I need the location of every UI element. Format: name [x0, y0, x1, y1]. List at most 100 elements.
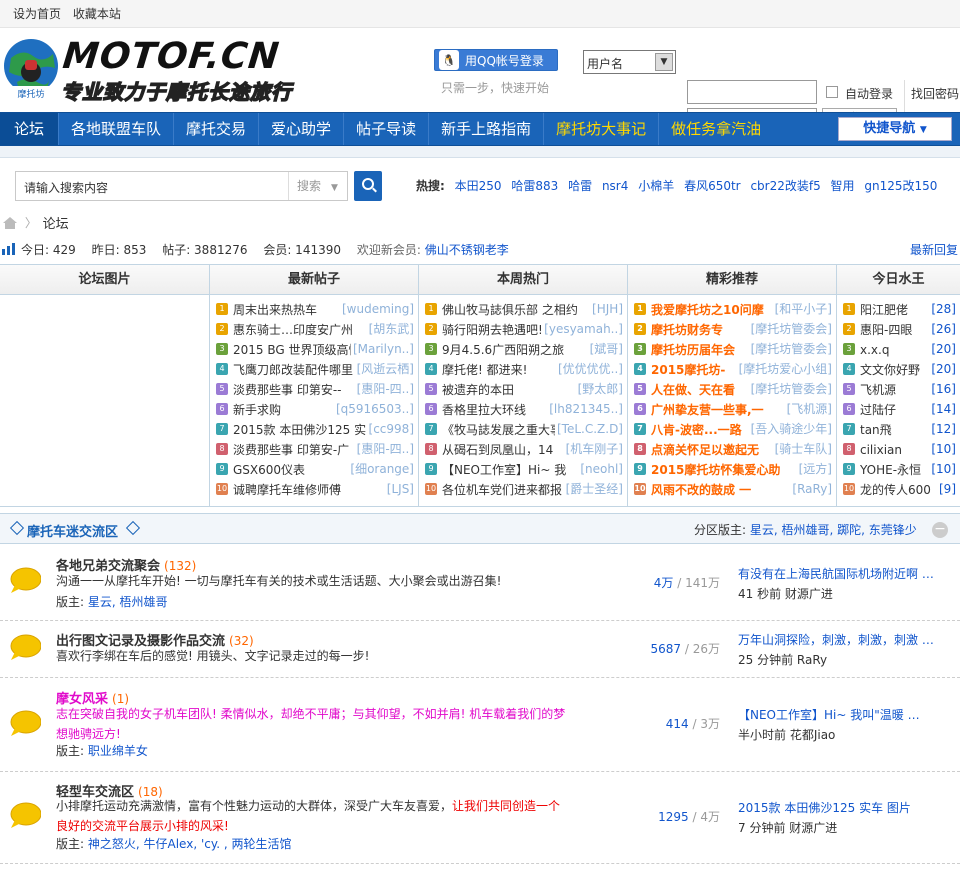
list-item[interactable]: 5 被遗弃的本田 [野太郎]: [419, 379, 627, 399]
list-item[interactable]: 7 《牧马誌发展之重大事 [TeL.C.Z.D]: [419, 419, 627, 439]
list-item-title: 八肯-波密...一路: [651, 422, 742, 437]
list-item[interactable]: 3 摩托坊历届年会 [摩托坊管委会]: [628, 339, 836, 359]
list-item-title: 淡费那些事 印第安-广: [233, 442, 350, 457]
list-item[interactable]: 2 惠东骑士…印度安广州 [胡东武]: [210, 319, 418, 339]
list-item[interactable]: 9 2015摩托坊怀集爱心助 [远方]: [628, 459, 836, 479]
list-item[interactable]: 2 骑行阳朔去艳遇吧! [yesyamah..]: [419, 319, 627, 339]
list-item[interactable]: 5 人在做、天在看 [摩托坊管委会]: [628, 379, 836, 399]
list-item[interactable]: 9 GSX600仪表 [细orange]: [210, 459, 418, 479]
rank-badge: 2: [634, 322, 646, 335]
auto-login-checkbox[interactable]: [826, 86, 838, 98]
list-item[interactable]: 3 9月4.5.6广西阳朔之旅 [斌哥]: [419, 339, 627, 359]
list-item[interactable]: 7 2015款 本田佛沙125 实 [cc998]: [210, 419, 418, 439]
list-item[interactable]: 5 淡费那些事 印第安-- [惠阳-四..]: [210, 379, 418, 399]
latest-reply-link[interactable]: 最新回复: [910, 241, 958, 258]
new-member-link[interactable]: 佛山不锈钢老李: [425, 243, 509, 257]
list-item[interactable]: 6 新手求购 [q5916503..]: [210, 399, 418, 419]
nav-item-forum[interactable]: 论坛: [0, 113, 60, 145]
author-name: [爵士圣经]: [563, 479, 623, 499]
list-item[interactable]: 5 飞机源 [16]: [837, 379, 960, 399]
set-home-link[interactable]: 设为首页: [13, 7, 61, 21]
brand-slogan: 专业致力于摩托长途旅行: [60, 79, 292, 104]
list-item[interactable]: 4 文文你好野 [20]: [837, 359, 960, 379]
hot-term[interactable]: nsr4: [602, 179, 628, 193]
search-button[interactable]: [354, 171, 382, 201]
list-item[interactable]: 6 广州挚友营一些事,一 [飞机源]: [628, 399, 836, 419]
welcome-label: 欢迎新会员:: [356, 243, 421, 257]
list-item-title: 摩托佬! 都进来!: [442, 362, 528, 377]
diamond-icon: [9, 520, 25, 536]
find-password-link[interactable]: 找回密码: [911, 85, 959, 102]
list-item[interactable]: 6 香格里拉大环线 [lh821345..]: [419, 399, 627, 419]
author-name: [摩托坊管委会]: [748, 319, 832, 339]
username-type-value: 用户名: [587, 57, 624, 71]
nav-item-charity[interactable]: 爱心助学: [259, 113, 345, 145]
breadcrumb-current[interactable]: 论坛: [43, 217, 69, 232]
nav-item-teams[interactable]: 各地联盟车队: [59, 113, 175, 145]
nav-item-events[interactable]: 摩托坊大事记: [544, 113, 660, 145]
hot-term[interactable]: 哈雷: [568, 179, 592, 193]
list-item[interactable]: 8 点滴关怀足以邀起无 [骑士车队]: [628, 439, 836, 459]
hot-search-label: 热搜:: [416, 179, 445, 193]
list-item[interactable]: 2 摩托坊财务专 [摩托坊管委会]: [628, 319, 836, 339]
quick-nav-label: 快捷导航: [863, 121, 916, 136]
chevron-down-icon: ▼: [331, 183, 338, 193]
hot-term[interactable]: cbr22改装f5: [750, 179, 820, 193]
list-item[interactable]: 8 淡费那些事 印第安-广 [惠阳-四..]: [210, 439, 418, 459]
list-item[interactable]: 10 诚聘摩托车维修师傅 [LJS]: [210, 479, 418, 499]
qq-login-button[interactable]: 🐧 用QQ帐号登录: [434, 49, 558, 71]
list-item[interactable]: 8 从碣石到凤凰山，14 [机车刚子]: [419, 439, 627, 459]
list-item[interactable]: 1 阳江肥佬 [28]: [837, 299, 960, 319]
list-item[interactable]: 9 YOHE-永恒 [10]: [837, 459, 960, 479]
list-item[interactable]: 1 周末出来热热车 [wudeming]: [210, 299, 418, 319]
rank-badge: 10: [634, 482, 646, 495]
nav-item-tasks[interactable]: 做任务拿汽油: [659, 113, 773, 145]
hot-term[interactable]: 哈雷883: [511, 179, 558, 193]
author-name: [吾入骑途少年]: [748, 419, 832, 439]
hot-term[interactable]: 智用: [831, 179, 855, 193]
list-item[interactable]: 7 tan飛 [12]: [837, 419, 960, 439]
author-name: [风逝云栖]: [354, 359, 414, 379]
nav-item-trade[interactable]: 摩托交易: [174, 113, 260, 145]
nav-item-newbie[interactable]: 新手上路指南: [429, 113, 545, 145]
list-item[interactable]: 4 摩托佬! 都进来! [优优优优..]: [419, 359, 627, 379]
list-item-title: 龙的传人600: [860, 482, 931, 497]
list-item[interactable]: 9 【NEO工作室】Hi~ 我 [neohl]: [419, 459, 627, 479]
list-item-title: 2015 BG 世界顶级高性: [233, 342, 361, 357]
list-item-title: 香格里拉大环线: [442, 402, 527, 417]
username-type-select[interactable]: 用户名 ▼: [583, 50, 676, 74]
quick-nav-button[interactable]: 快捷导航 ▼: [838, 117, 952, 141]
list-item[interactable]: 2 惠阳-四眼 [26]: [837, 319, 960, 339]
search-input[interactable]: 请输入搜索内容 搜索 ▼: [15, 171, 348, 201]
rank-badge: 7: [843, 422, 855, 435]
section-moderator-links[interactable]: 星云, 梧州雄哥, 踯陀, 东莞锋少: [750, 523, 917, 537]
list-item[interactable]: 8 cilixian [10]: [837, 439, 960, 459]
list-item[interactable]: 10 风雨不改的鼓成 一 [RaRy]: [628, 479, 836, 499]
hot-term[interactable]: 小棉羊: [638, 179, 674, 193]
list-item[interactable]: 6 过陆仔 [14]: [837, 399, 960, 419]
list-item[interactable]: 7 八肯-波密...一路 [吾入骑途少年]: [628, 419, 836, 439]
nav-item-guide[interactable]: 帖子导读: [344, 113, 430, 145]
list-item[interactable]: 4 2015摩托坊- [摩托坊爱心小组]: [628, 359, 836, 379]
list-item[interactable]: 3 2015 BG 世界顶级高性 [Marilyn..]: [210, 339, 418, 359]
hot-term[interactable]: 春风650tr: [684, 179, 741, 193]
list-item[interactable]: 1 佛山牧马誌俱乐部 之相约 [HJH]: [419, 299, 627, 319]
hot-term[interactable]: 本田250: [455, 179, 502, 193]
home-icon[interactable]: [3, 216, 17, 229]
rank-badge: 2: [425, 322, 437, 335]
list-item[interactable]: 10 龙的传人600 [9]: [837, 479, 960, 499]
chevron-down-icon: ▼: [655, 53, 673, 71]
list-item[interactable]: 3 x.x.q [20]: [837, 339, 960, 359]
section-title[interactable]: 摩托车迷交流区: [27, 521, 118, 540]
search-type-select[interactable]: 搜索 ▼: [288, 172, 348, 200]
rank-badge: 6: [216, 402, 228, 415]
site-logo[interactable]: 摩托坊 MOTOF.CN 专业致力于摩托长途旅行: [3, 36, 293, 105]
bookmark-link[interactable]: 收藏本站: [73, 7, 121, 21]
collapse-icon[interactable]: −: [932, 522, 948, 538]
list-item[interactable]: 4 飞鹰刀郎改装配件哪里 [风逝云栖]: [210, 359, 418, 379]
list-item[interactable]: 1 我爱摩托坊之10问摩 [和平小子]: [628, 299, 836, 319]
username-input[interactable]: [687, 80, 817, 104]
hot-term[interactable]: gn125改150: [864, 179, 937, 193]
post-count: [12]: [931, 422, 956, 436]
list-item[interactable]: 10 各位机车党们进来都报 [爵士圣经]: [419, 479, 627, 499]
